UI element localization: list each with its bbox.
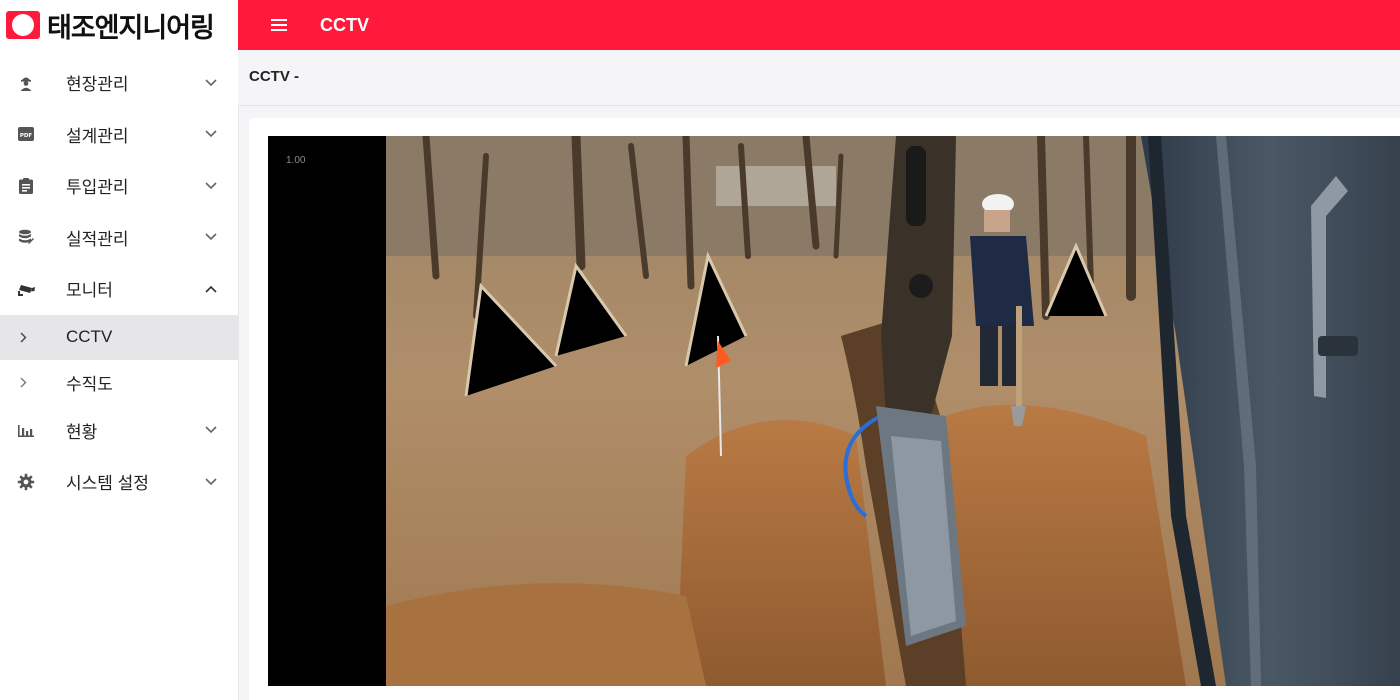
brand-logo-icon	[6, 11, 40, 39]
sidebar-item-label: 시스템 설정	[66, 474, 149, 494]
breadcrumb: CCTV -	[249, 68, 299, 85]
chevron-down-icon	[204, 127, 218, 141]
gear-icon	[16, 472, 36, 492]
page-title: CCTV	[320, 14, 369, 35]
sidebar-item-monitor[interactable]: 모니터	[0, 263, 238, 315]
sidebar-item-system-settings[interactable]: 시스템 설정	[0, 456, 238, 508]
sidebar-subitem-verticality[interactable]: 수직도	[0, 360, 238, 405]
sidebar: 현장관리 PDF 설계관리 투입관리 실적관리 모니터 CCTV 수직도 현황 …	[0, 50, 239, 700]
top-bar: CCTV	[238, 0, 1400, 50]
sidebar-item-label: 투입관리	[66, 178, 129, 198]
cctv-scene-image	[386, 136, 1400, 686]
database-icon	[16, 227, 36, 247]
hamburger-menu-icon[interactable]	[266, 12, 292, 38]
pdf-icon: PDF	[16, 124, 36, 144]
playback-speed-label: 1.00	[286, 155, 306, 166]
chevron-down-icon	[204, 230, 218, 244]
chevron-down-icon	[204, 179, 218, 193]
sidebar-item-status[interactable]: 현황	[0, 405, 238, 457]
sidebar-subitem-cctv[interactable]: CCTV	[0, 314, 238, 360]
cctv-video-feed[interactable]	[386, 136, 1400, 686]
svg-text:PDF: PDF	[20, 133, 33, 139]
sidebar-item-label: 모니터	[66, 281, 113, 301]
chevron-right-icon	[17, 331, 29, 343]
clipboard-icon	[16, 176, 36, 196]
worker-icon	[16, 73, 36, 93]
sidebar-item-site-management[interactable]: 현장관리	[0, 57, 238, 109]
sidebar-item-label: 설계관리	[66, 126, 129, 146]
brand-logo[interactable]: 태조엔지니어링	[0, 0, 238, 50]
chevron-right-icon	[17, 376, 29, 388]
sidebar-item-input-management[interactable]: 투입관리	[0, 160, 238, 212]
chevron-down-icon	[204, 423, 218, 437]
bar-chart-icon	[16, 420, 36, 440]
chevron-down-icon	[204, 475, 218, 489]
brand-name: 태조엔지니어링	[47, 12, 215, 43]
sidebar-subitem-label: CCTV	[66, 327, 113, 346]
cctv-camera-icon	[16, 279, 36, 299]
sidebar-item-label: 현황	[66, 422, 98, 442]
sidebar-item-design-management[interactable]: PDF 설계관리	[0, 109, 238, 161]
chevron-up-icon	[204, 282, 218, 296]
sidebar-item-label: 실적관리	[66, 229, 129, 249]
breadcrumb-bar: CCTV -	[238, 50, 1400, 106]
sidebar-subitem-label: 수직도	[66, 374, 113, 394]
chevron-down-icon	[204, 76, 218, 90]
sidebar-item-performance-management[interactable]: 실적관리	[0, 212, 238, 264]
sidebar-item-label: 현장관리	[66, 75, 129, 95]
